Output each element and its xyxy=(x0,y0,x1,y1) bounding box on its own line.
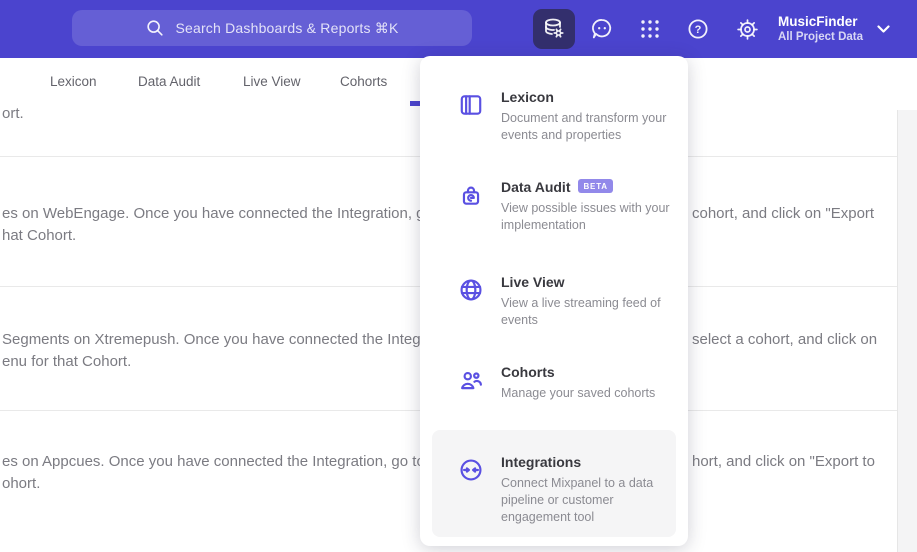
menu-item-data-audit[interactable]: Data Audit BETA View possible issues wit… xyxy=(420,179,688,234)
search-bar[interactable]: Search Dashboards & Reports ⌘K xyxy=(72,10,472,46)
menu-item-title: Live View xyxy=(501,274,565,290)
menu-item-integrations[interactable]: Integrations Connect Mixpanel to a data … xyxy=(432,430,676,537)
project-subtitle: All Project Data xyxy=(778,31,863,43)
top-header: Search Dashboards & Reports ⌘K ? MusicFi… xyxy=(0,0,917,58)
menu-item-description: View possible issues with your implement… xyxy=(501,201,670,232)
menu-item-title: Integrations xyxy=(501,454,582,470)
table-row-text: cohort, and click on "Export xyxy=(692,205,875,222)
help-button[interactable]: ? xyxy=(677,9,719,49)
people-icon xyxy=(461,371,482,390)
nav-dropdown-panel: Lexicon Document and transform your even… xyxy=(420,56,688,546)
sync-arrows-icon xyxy=(460,459,482,481)
chevron-down-icon xyxy=(877,24,890,33)
menu-item-integrations-row[interactable]: Integrations Connect Mixpanel to a data … xyxy=(432,454,676,526)
tab-live-view[interactable]: Live View xyxy=(243,58,301,106)
project-name: MusicFinder xyxy=(778,14,858,29)
table-row-text: es on Appcues. Once you have connected t… xyxy=(2,453,467,470)
tab-data-audit[interactable]: Data Audit xyxy=(138,58,200,106)
table-row-text: Segments on Xtremepush. Once you have co… xyxy=(2,331,463,348)
tab-lexicon[interactable]: Lexicon xyxy=(50,58,97,106)
search-placeholder: Search Dashboards & Reports ⌘K xyxy=(175,19,399,36)
menu-item-description: View a live streaming feed of events xyxy=(501,296,661,327)
chat-face-icon xyxy=(592,19,612,39)
feedback-button[interactable] xyxy=(581,9,623,49)
table-row-text: es on WebEngage. Once you have connected… xyxy=(2,205,475,222)
tab-cohorts[interactable]: Cohorts xyxy=(340,58,387,106)
table-row-text: hort, and click on "Export to xyxy=(692,453,875,470)
menu-item-description: Document and transform your events and p… xyxy=(501,111,667,142)
menu-item-title: Lexicon xyxy=(501,89,554,105)
table-row-text: hat Cohort. xyxy=(2,227,77,244)
gear-icon xyxy=(736,18,758,40)
search-icon xyxy=(147,20,164,36)
question-circle-icon: ? xyxy=(688,19,708,39)
menu-item-description: Manage your saved cohorts xyxy=(501,386,656,400)
grid-dots-icon xyxy=(641,20,659,38)
book-icon xyxy=(460,95,482,115)
apps-grid-button[interactable] xyxy=(629,9,671,49)
database-gear-icon xyxy=(545,18,564,38)
settings-button[interactable] xyxy=(726,9,768,49)
table-row-text: ort. xyxy=(2,105,24,122)
menu-item-lexicon[interactable]: Lexicon Document and transform your even… xyxy=(420,89,688,144)
beta-badge: BETA xyxy=(578,179,613,193)
globe-icon xyxy=(460,279,482,301)
menu-item-cohorts[interactable]: Cohorts Manage your saved cohorts xyxy=(420,364,688,402)
audit-lock-icon xyxy=(462,186,480,205)
data-management-button[interactable] xyxy=(533,9,575,49)
svg-text:?: ? xyxy=(695,24,702,36)
menu-item-title: Cohorts xyxy=(501,364,555,380)
menu-item-description: Connect Mixpanel to a data pipeline or c… xyxy=(501,476,654,524)
app-window: ort. es on WebEngage. Once you have conn… xyxy=(0,0,917,552)
project-selector[interactable]: MusicFinder All Project Data xyxy=(778,9,908,49)
scroll-gutter xyxy=(897,110,917,552)
table-row-text: ohort. xyxy=(2,475,41,492)
menu-item-live-view[interactable]: Live View View a live streaming feed of … xyxy=(420,274,688,329)
menu-item-title: Data Audit xyxy=(501,179,571,195)
table-row-text: select a cohort, and click on xyxy=(692,331,878,348)
table-row-text: enu for that Cohort. xyxy=(2,353,132,370)
